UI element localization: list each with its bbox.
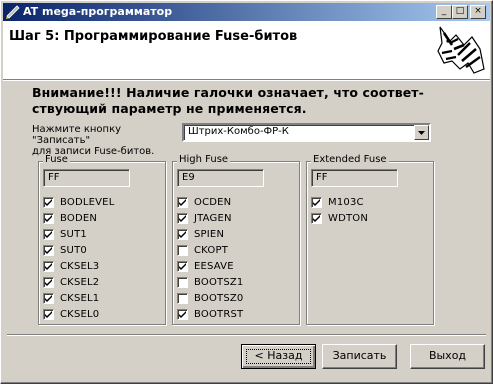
- write-button[interactable]: Записать: [322, 344, 397, 369]
- checkmark-icon: [45, 295, 52, 302]
- fuse-bit-label: BOOTRST: [194, 309, 244, 320]
- device-select[interactable]: Штрих-Комбо-ФР-К: [182, 123, 431, 142]
- back-button[interactable]: < Назад: [241, 344, 316, 369]
- checkmark-icon: [179, 263, 186, 270]
- footer-divider: [7, 334, 486, 336]
- checkmark-icon: [313, 215, 320, 222]
- wizard-header: Шаг 5: Программирование Fuse-битов: [3, 21, 490, 81]
- high-fuse-group-label: High Fuse: [177, 154, 231, 165]
- checkmark-icon: [45, 215, 52, 222]
- checkmark-icon: [179, 231, 186, 238]
- fuse-bit-checkbox[interactable]: [43, 261, 54, 272]
- fuse-bit-label: SPIEN: [194, 229, 225, 240]
- maximize-button[interactable]: □: [452, 5, 468, 19]
- checkmark-icon: [45, 199, 52, 206]
- fuse-bit-label: OCDEN: [194, 197, 232, 208]
- extended-fuse-value-field: FF: [311, 169, 398, 187]
- fuse-bit-checkbox[interactable]: [43, 229, 54, 240]
- checkmark-icon: [313, 199, 320, 206]
- close-button[interactable]: ×: [470, 5, 486, 19]
- exit-button[interactable]: Выход: [410, 344, 485, 369]
- hint-line-1: Нажмите кнопку "Записать": [32, 124, 122, 146]
- checkmark-icon: [45, 247, 52, 254]
- maximize-icon: □: [455, 6, 465, 16]
- fuse-bit-checkbox[interactable]: [177, 245, 188, 256]
- fuse-bit-label: CKSEL0: [60, 309, 100, 320]
- fuse-bit-checkbox[interactable]: [43, 309, 54, 320]
- fuse-bit-label: CKSEL3: [60, 261, 100, 272]
- fuse-bit-checkbox[interactable]: [177, 309, 188, 320]
- fuse-bit-checkbox[interactable]: [177, 229, 188, 240]
- title-bar[interactable]: AT mega-программатор _ □ ×: [3, 3, 490, 21]
- fuse-bit-label: CKSEL2: [60, 277, 100, 288]
- checkmark-icon: [45, 231, 52, 238]
- fuse-bit-checkbox[interactable]: [43, 245, 54, 256]
- checkmark-icon: [45, 311, 52, 318]
- zebra-logo-icon: [437, 26, 485, 74]
- warning-line-2: ствующий параметр не применяется.: [32, 101, 307, 116]
- step-title: Шаг 5: Программирование Fuse-битов: [9, 29, 298, 44]
- warning-line-1: Внимание!!! Наличие галочки означает, чт…: [32, 85, 424, 100]
- fuse-bit-label: CKSEL1: [60, 293, 100, 304]
- fuse-bit-label: SUT1: [60, 229, 87, 240]
- fuse-bit-label: SUT0: [60, 245, 87, 256]
- fuse-bit-label: BODEN: [60, 213, 98, 224]
- fuse-bit-label: WDTON: [328, 213, 369, 224]
- app-icon: [6, 5, 20, 19]
- programmer-window: AT mega-программатор _ □ × Шаг 5: Програ…: [0, 0, 493, 384]
- fuse-bit-checkbox[interactable]: [177, 213, 188, 224]
- checkmark-icon: [45, 263, 52, 270]
- fuse-bit-label: CKOPT: [194, 245, 229, 256]
- hint-text: Нажмите кнопку "Записать" для записи Fus…: [32, 124, 182, 157]
- fuse-value-field: FF: [43, 169, 130, 187]
- minimize-button[interactable]: _: [436, 5, 452, 19]
- fuse-bit-label: JTAGEN: [194, 213, 232, 224]
- device-select-dropdown-button[interactable]: [414, 125, 429, 140]
- close-icon: ×: [474, 6, 482, 16]
- warning-text: Внимание!!! Наличие галочки означает, чт…: [32, 85, 472, 117]
- fuse-group-label: Fuse: [43, 154, 70, 165]
- fuse-bit-checkbox[interactable]: [311, 213, 322, 224]
- high-fuse-group: High Fuse E9 OCDEN JTAGEN SPIEN CKOPT EESAVE…: [172, 154, 300, 325]
- checkmark-icon: [179, 311, 186, 318]
- extended-fuse-group: Extended Fuse FF M103C WDTON: [306, 154, 434, 325]
- checkmark-icon: [179, 199, 186, 206]
- fuse-bit-checkbox[interactable]: [177, 197, 188, 208]
- fuse-bit-label: M103C: [328, 197, 364, 208]
- fuse-bit-checkbox[interactable]: [43, 277, 54, 288]
- fuse-bit-label: BOOTSZ0: [194, 293, 244, 304]
- fuse-bit-label: BODLEVEL: [60, 197, 115, 208]
- fuse-group: Fuse FF BODLEVEL BODEN SUT1 SUT0 CKSEL3 CKSEL…: [38, 154, 166, 325]
- fuse-bit-checkbox[interactable]: [177, 277, 188, 288]
- fuse-bit-checkbox[interactable]: [177, 293, 188, 304]
- extended-fuse-group-label: Extended Fuse: [311, 154, 389, 165]
- device-select-value: Штрих-Комбо-ФР-К: [188, 126, 289, 137]
- window-title: AT mega-программатор: [23, 5, 173, 18]
- fuse-bit-checkbox[interactable]: [177, 261, 188, 272]
- fuse-bit-checkbox[interactable]: [43, 197, 54, 208]
- checkmark-icon: [45, 279, 52, 286]
- fuse-bit-label: EESAVE: [194, 261, 234, 272]
- fuse-bit-label: BOOTSZ1: [194, 277, 244, 288]
- fuse-bit-checkbox[interactable]: [43, 293, 54, 304]
- minimize-icon: _: [441, 6, 447, 16]
- chevron-down-icon: [418, 130, 425, 135]
- fuse-bit-checkbox[interactable]: [43, 213, 54, 224]
- checkmark-icon: [179, 215, 186, 222]
- fuse-bit-checkbox[interactable]: [311, 197, 322, 208]
- high-fuse-value-field: E9: [177, 169, 264, 187]
